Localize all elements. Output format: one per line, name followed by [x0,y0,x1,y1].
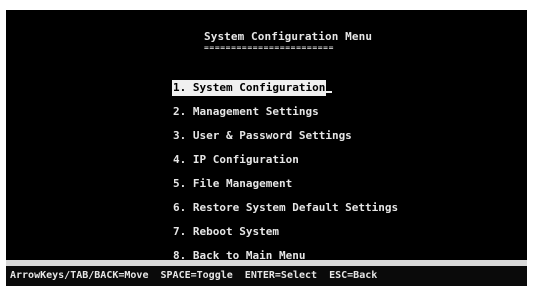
help-text: ArrowKeys/TAB/BACK=Move SPACE=Toggle ENT… [10,270,378,281]
menu-item-system-configuration[interactable]: 1. System Configuration [172,80,399,104]
config-menu: 1. System Configuration 2. Management Se… [172,80,399,272]
menu-item-label: 6. Restore System Default Settings [173,201,399,214]
terminal-screen: System Configuration Menu ==============… [6,10,527,286]
menu-item-ip-configuration[interactable]: 4. IP Configuration [172,152,399,176]
menu-item-restore-defaults[interactable]: 6. Restore System Default Settings [172,200,399,224]
menu-item-label: 3. User & Password Settings [173,129,352,142]
menu-item-label: 5. File Management [173,177,293,190]
help-bar: ArrowKeys/TAB/BACK=Move SPACE=Toggle ENT… [6,260,527,286]
menu-item-reboot-system[interactable]: 7. Reboot System [172,224,399,248]
menu-item-file-management[interactable]: 5. File Management [172,176,399,200]
title-underline: ======================== [204,43,334,52]
menu-item-management-settings[interactable]: 2. Management Settings [172,104,399,128]
menu-title: System Configuration Menu [204,30,373,43]
text-cursor [326,80,333,93]
menu-item-label: 2. Management Settings [173,105,319,118]
menu-item-label: 4. IP Configuration [173,153,299,166]
menu-item-label: 1. System Configuration [172,80,327,96]
menu-item-label: 7. Reboot System [173,225,279,238]
menu-item-user-password-settings[interactable]: 3. User & Password Settings [172,128,399,152]
